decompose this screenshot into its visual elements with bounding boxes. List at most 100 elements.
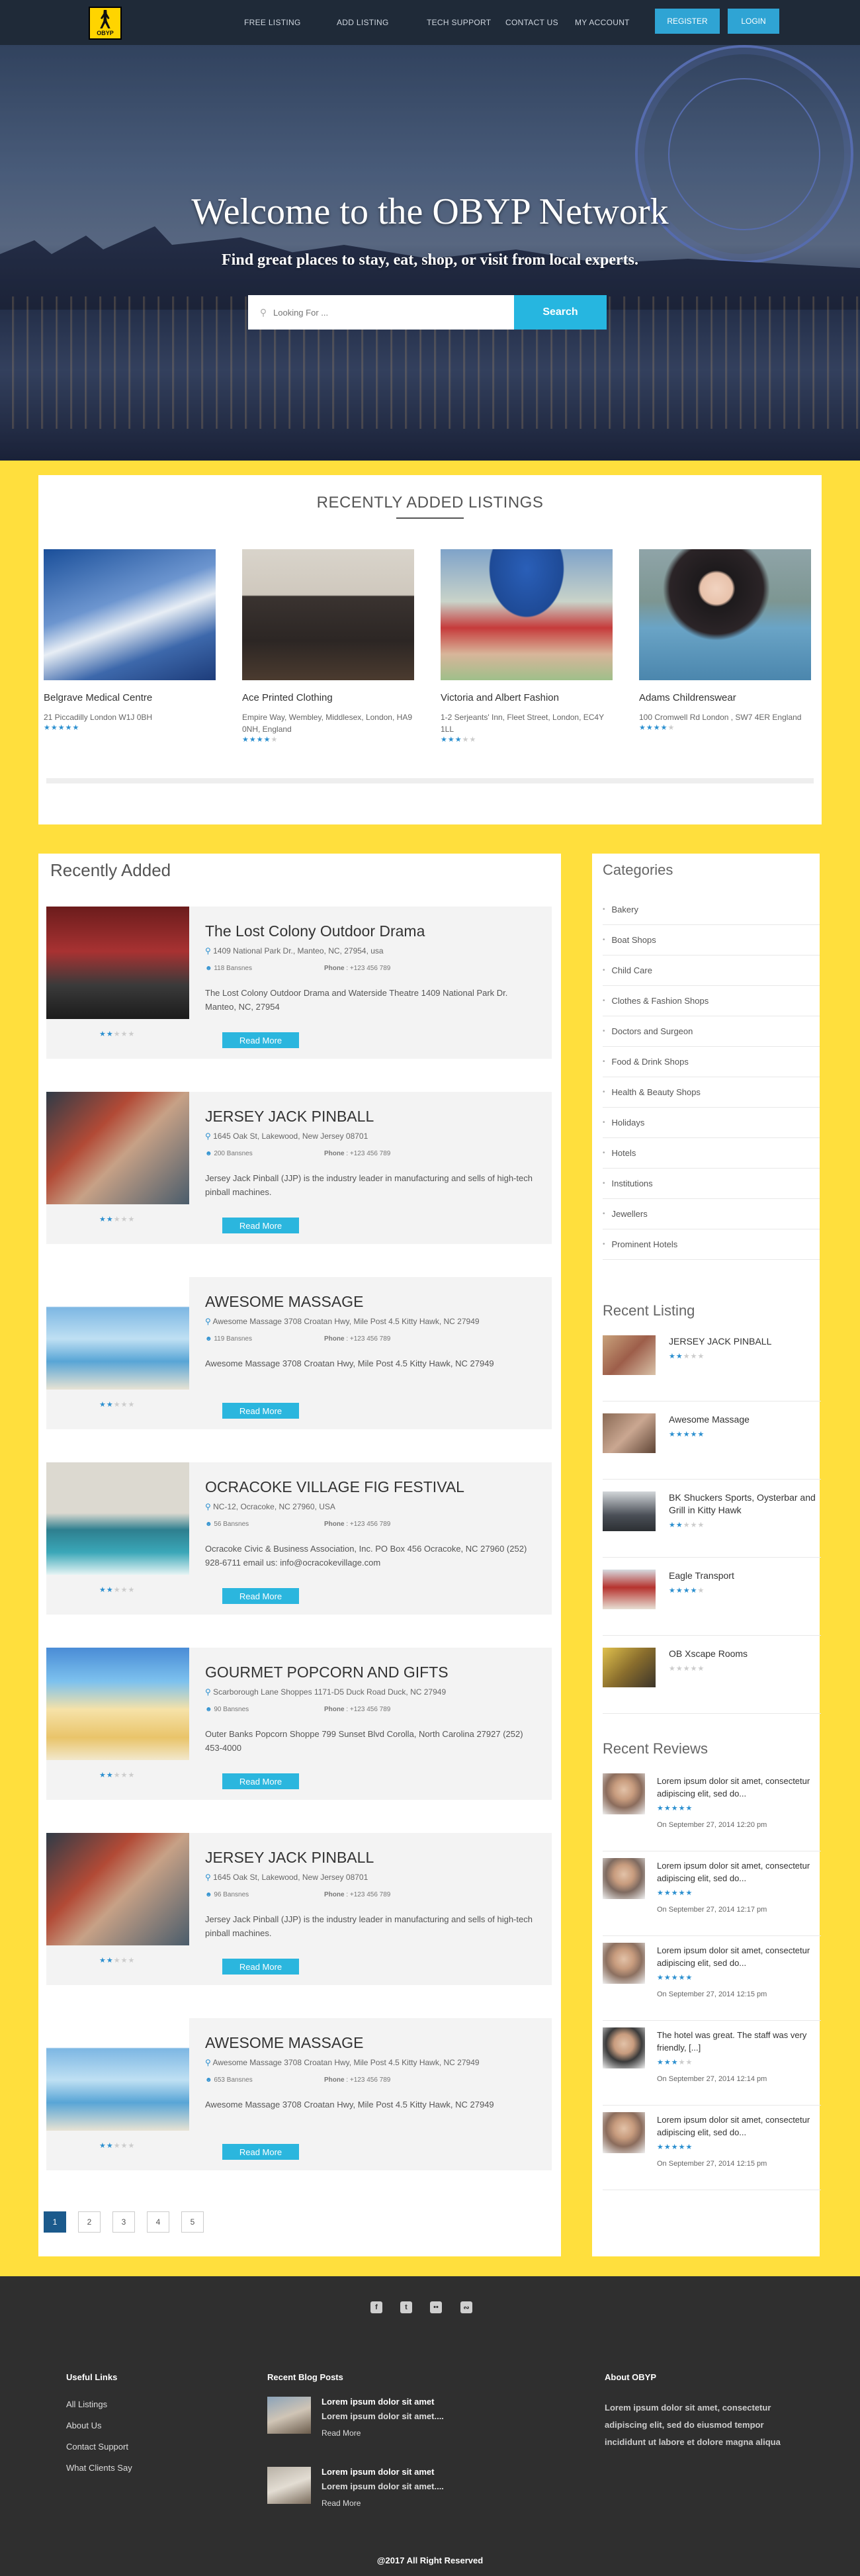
listing-title[interactable]: OCRACOKE VILLAGE FIG FESTIVAL	[205, 1478, 464, 1496]
category-label[interactable]: Doctors and Surgeon	[612, 1026, 693, 1036]
category-item[interactable]: • Boat Shops	[603, 925, 820, 955]
twitter-icon[interactable]: t	[400, 2301, 412, 2313]
search-button[interactable]: Search	[514, 295, 607, 330]
listing-card-image[interactable]	[639, 549, 811, 680]
blog-post-title[interactable]: Lorem ipsum dolor sit amet	[322, 2397, 434, 2407]
horizontal-scrollbar[interactable]	[46, 778, 814, 783]
listing-card-image[interactable]	[441, 549, 613, 680]
login-button[interactable]: LOGIN	[728, 9, 779, 34]
category-item[interactable]: • Health & Beauty Shops	[603, 1077, 820, 1108]
recent-listing-name[interactable]: OB Xscape Rooms	[669, 1648, 821, 1660]
blog-post-thumbnail[interactable]	[267, 2467, 311, 2504]
review-excerpt[interactable]: Lorem ipsum dolor sit amet, consectetur …	[657, 2113, 821, 2139]
recent-listing-thumbnail[interactable]	[603, 1413, 656, 1453]
listing-card-name[interactable]: Belgrave Medical Centre	[44, 692, 216, 703]
category-item[interactable]: • Food & Drink Shops	[603, 1047, 820, 1077]
search-input[interactable]	[273, 307, 518, 318]
category-label[interactable]: Boat Shops	[612, 935, 656, 945]
review-text[interactable]: Lorem ipsum dolor sit amet, consectetur …	[657, 1859, 821, 1916]
listing-card[interactable]: Belgrave Medical Centre 21 Piccadilly Lo…	[44, 549, 216, 732]
listing-card-name[interactable]: Adams Childrenswear	[639, 692, 811, 703]
blog-read-more-link[interactable]: Read More	[322, 2499, 361, 2508]
read-more-button[interactable]: Read More	[222, 2144, 299, 2160]
recent-listing-title[interactable]: Eagle Transport ★★★★★	[669, 1570, 821, 1597]
recent-listing-name[interactable]: BK Shuckers Sports, Oysterbar and Grill …	[669, 1491, 821, 1517]
review-text[interactable]: Lorem ipsum dolor sit amet, consectetur …	[657, 1775, 821, 1832]
rss-icon[interactable]: ∾	[460, 2301, 472, 2313]
review-excerpt[interactable]: Lorem ipsum dolor sit amet, consectetur …	[657, 1859, 821, 1885]
blog-post[interactable]: Lorem ipsum dolor sit amet Lorem ipsum d…	[267, 2467, 466, 2526]
category-item[interactable]: • Bakery	[603, 895, 820, 925]
blog-post-thumbnail[interactable]	[267, 2397, 311, 2434]
category-item[interactable]: • Hotels	[603, 1138, 820, 1169]
page-button-1[interactable]: 1	[44, 2211, 66, 2233]
category-item[interactable]: • Child Care	[603, 955, 820, 986]
footer-link-what-clients-say[interactable]: What Clients Say	[66, 2463, 132, 2473]
footer-link-about-us[interactable]: About Us	[66, 2421, 101, 2430]
listing-item[interactable]: ★★★★★ The Lost Colony Outdoor Drama ⚲ 14…	[46, 907, 552, 1059]
category-label[interactable]: Health & Beauty Shops	[612, 1087, 701, 1097]
nav-my-account[interactable]: MY ACCOUNT	[575, 18, 630, 27]
recent-listing-thumbnail[interactable]	[603, 1491, 656, 1531]
listing-title[interactable]: AWESOME MASSAGE	[205, 2034, 363, 2052]
recent-listing-title[interactable]: BK Shuckers Sports, Oysterbar and Grill …	[669, 1491, 821, 1532]
listing-title[interactable]: AWESOME MASSAGE	[205, 1293, 363, 1311]
recent-listing-name[interactable]: Awesome Massage	[669, 1413, 821, 1426]
page-button-2[interactable]: 2	[78, 2211, 101, 2233]
read-more-button[interactable]: Read More	[222, 1588, 299, 1604]
recent-listing-title[interactable]: JERSEY JACK PINBALL ★★★★★	[669, 1335, 821, 1363]
recent-listing-name[interactable]: JERSEY JACK PINBALL	[669, 1335, 821, 1348]
review-excerpt[interactable]: Lorem ipsum dolor sit amet, consectetur …	[657, 1775, 821, 1800]
review-item[interactable]: Lorem ipsum dolor sit amet, consectetur …	[603, 2106, 821, 2190]
listing-title[interactable]: GOURMET POPCORN AND GIFTS	[205, 1664, 449, 1681]
review-item[interactable]: The hotel was great. The staff was very …	[603, 2021, 821, 2106]
category-label[interactable]: Bakery	[612, 905, 638, 914]
category-label[interactable]: Clothes & Fashion Shops	[612, 996, 709, 1006]
flickr-icon[interactable]: ••	[430, 2301, 442, 2313]
recent-listing-title[interactable]: OB Xscape Rooms ★★★★★	[669, 1648, 821, 1675]
listing-item[interactable]: ★★★★★ GOURMET POPCORN AND GIFTS ⚲ Scarbo…	[46, 1648, 552, 1800]
category-item[interactable]: • Holidays	[603, 1108, 820, 1138]
review-item[interactable]: Lorem ipsum dolor sit amet, consectetur …	[603, 1936, 821, 2021]
category-label[interactable]: Child Care	[612, 965, 652, 975]
listing-item[interactable]: ★★★★★ JERSEY JACK PINBALL ⚲ 1645 Oak St,…	[46, 1092, 552, 1244]
recent-listing-name[interactable]: Eagle Transport	[669, 1570, 821, 1582]
listing-item[interactable]: ★★★★★ JERSEY JACK PINBALL ⚲ 1645 Oak St,…	[46, 1833, 552, 1985]
category-label[interactable]: Institutions	[612, 1178, 653, 1188]
review-excerpt[interactable]: The hotel was great. The staff was very …	[657, 2029, 821, 2054]
listing-card-image[interactable]	[44, 549, 216, 680]
review-excerpt[interactable]: Lorem ipsum dolor sit amet, consectetur …	[657, 1944, 821, 1969]
category-item[interactable]: • Prominent Hotels	[603, 1229, 820, 1260]
listing-item[interactable]: ★★★★★ AWESOME MASSAGE ⚲ Awesome Massage …	[46, 1277, 552, 1429]
category-label[interactable]: Prominent Hotels	[612, 1239, 678, 1249]
listing-card[interactable]: Adams Childrenswear 100 Cromwell Rd Lond…	[639, 549, 811, 732]
nav-contact-us[interactable]: CONTACT US	[505, 18, 558, 27]
category-item[interactable]: • Clothes & Fashion Shops	[603, 986, 820, 1016]
page-button-3[interactable]: 3	[112, 2211, 135, 2233]
read-more-button[interactable]: Read More	[222, 1403, 299, 1419]
recent-listing-thumbnail[interactable]	[603, 1648, 656, 1687]
recent-listing-thumbnail[interactable]	[603, 1335, 656, 1375]
category-label[interactable]: Hotels	[612, 1148, 636, 1158]
blog-read-more-link[interactable]: Read More	[322, 2428, 361, 2438]
footer-link-all-listings[interactable]: All Listings	[66, 2399, 107, 2409]
listing-thumbnail[interactable]	[46, 1833, 189, 1945]
listing-title[interactable]: JERSEY JACK PINBALL	[205, 1108, 374, 1126]
recent-listing-item[interactable]: OB Xscape Rooms ★★★★★	[603, 1641, 821, 1714]
nav-add-listing[interactable]: ADD LISTING	[337, 18, 389, 27]
read-more-button[interactable]: Read More	[222, 1218, 299, 1233]
listing-card[interactable]: Victoria and Albert Fashion 1-2 Serjeant…	[441, 549, 613, 744]
listing-item[interactable]: ★★★★★ AWESOME MASSAGE ⚲ Awesome Massage …	[46, 2018, 552, 2170]
listing-item[interactable]: ★★★★★ OCRACOKE VILLAGE FIG FESTIVAL ⚲ NC…	[46, 1462, 552, 1615]
page-button-4[interactable]: 4	[147, 2211, 169, 2233]
category-item[interactable]: • Jewellers	[603, 1199, 820, 1229]
read-more-button[interactable]: Read More	[222, 1773, 299, 1789]
register-button[interactable]: REGISTER	[655, 9, 720, 34]
page-button-5[interactable]: 5	[181, 2211, 204, 2233]
listing-thumbnail[interactable]	[46, 2018, 189, 2131]
recent-listing-item[interactable]: Awesome Massage ★★★★★	[603, 1407, 821, 1480]
review-item[interactable]: Lorem ipsum dolor sit amet, consectetur …	[603, 1767, 821, 1851]
listing-thumbnail[interactable]	[46, 1462, 189, 1575]
read-more-button[interactable]: Read More	[222, 1959, 299, 1975]
blog-post[interactable]: Lorem ipsum dolor sit amet Lorem ipsum d…	[267, 2397, 466, 2456]
